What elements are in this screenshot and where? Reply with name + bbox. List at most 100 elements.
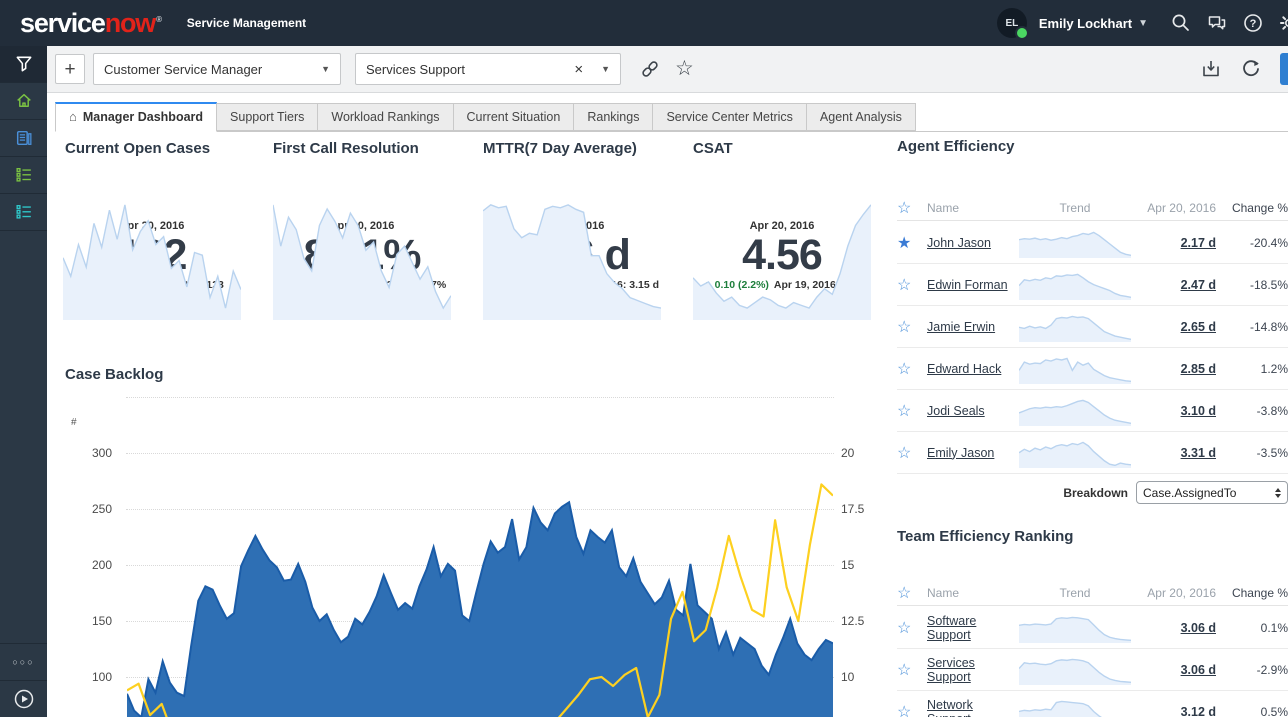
kpi-card-open-cases[interactable]: Apr 20, 2016 132 ▲ 9 (7.3%)Apr 19, 2016:…	[63, 185, 241, 320]
user-menu-caret-icon[interactable]: ▼	[1138, 18, 1148, 29]
logo-now-text: now	[105, 8, 155, 38]
value-link[interactable]: 3.10 d	[1181, 404, 1216, 418]
value-link[interactable]: 2.47 d	[1181, 278, 1216, 292]
breakdown-select-value: Case.AssignedTo	[1143, 486, 1236, 500]
avatar[interactable]: EL	[997, 8, 1027, 38]
star-column-icon[interactable]: ☆	[897, 583, 927, 603]
team-link[interactable]: Services Support	[927, 656, 975, 684]
sidebar-item-home[interactable]	[0, 83, 47, 120]
row-star-icon[interactable]: ☆	[897, 443, 927, 463]
agent-link[interactable]: Edward Hack	[927, 362, 1001, 376]
row-star-icon[interactable]: ★	[897, 233, 927, 253]
chevron-down-icon[interactable]: ▼	[311, 64, 330, 74]
refresh-icon[interactable]	[1240, 58, 1262, 80]
row-star-icon[interactable]: ☆	[897, 359, 927, 379]
primary-action-button[interactable]	[1280, 53, 1288, 85]
help-icon[interactable]: ?	[1242, 12, 1264, 34]
agent-link[interactable]: Edwin Forman	[927, 278, 1008, 292]
change-percent: -20.4%	[1216, 236, 1288, 250]
value-link[interactable]: 3.12 d	[1181, 705, 1216, 717]
tab-service-center-metrics[interactable]: Service Center Metrics	[653, 103, 806, 131]
row-star-icon[interactable]: ☆	[897, 317, 927, 337]
row-star-icon[interactable]: ☆	[897, 702, 927, 717]
y-axis-tick-right: 10	[841, 670, 871, 684]
col-trend: Trend	[1016, 201, 1134, 215]
value-link[interactable]: 3.31 d	[1181, 446, 1216, 460]
tab-workload-rankings[interactable]: Workload Rankings	[318, 103, 453, 131]
trend-sparkline	[1016, 655, 1134, 685]
right-panel: Agent Efficiency ☆ Name Trend Apr 20, 20…	[880, 92, 1288, 717]
trend-sparkline	[1016, 270, 1134, 300]
clear-filter-icon[interactable]: ×	[564, 61, 591, 78]
servicenow-dashboard: servicenow® Service Management EL Emily …	[0, 0, 1288, 717]
agent-table-body: ★ John Jason 2.17 d -20.4% ☆ Edwin Forma…	[897, 222, 1288, 474]
sidebar-play-button[interactable]	[0, 680, 47, 717]
sidebar-more-button[interactable]: ○○○	[0, 643, 47, 680]
import-icon[interactable]	[1200, 58, 1222, 80]
add-dashboard-button[interactable]: +	[55, 54, 85, 84]
agent-link[interactable]: Jamie Erwin	[927, 320, 995, 334]
breakdown-select[interactable]: Case.AssignedTo	[1136, 481, 1288, 504]
search-icon[interactable]	[1170, 12, 1192, 34]
row-star-icon[interactable]: ☆	[897, 401, 927, 421]
kpi-title-csat: CSAT	[693, 140, 733, 157]
sidebar-item-queue[interactable]	[0, 194, 47, 231]
tab-rankings[interactable]: Rankings	[574, 103, 653, 131]
team-link[interactable]: Network Support	[927, 698, 973, 717]
value-link[interactable]: 2.17 d	[1181, 236, 1216, 250]
agent-link[interactable]: Emily Jason	[927, 446, 994, 460]
kpi-card-csat[interactable]: Apr 20, 2016 4.56 ▲ 0.10 (2.2%)Apr 19, 2…	[693, 185, 871, 320]
change-percent: -3.8%	[1216, 404, 1288, 418]
value-link[interactable]: 3.06 d	[1181, 621, 1216, 635]
filter-funnel-icon	[14, 54, 34, 74]
col-change: Change %	[1216, 201, 1288, 215]
change-percent: -14.8%	[1216, 320, 1288, 334]
tab-manager-dashboard[interactable]: ⌂Manager Dashboard	[55, 102, 217, 132]
row-star-icon[interactable]: ☆	[897, 660, 927, 680]
kpi-card-fcr[interactable]: Apr 20, 2016 85.1% ▼ 5.7 (-6.3%)Apr 19, …	[273, 185, 451, 320]
team-ranking-title: Team Efficiency Ranking	[897, 528, 1288, 545]
user-menu[interactable]: Emily Lockhart	[1039, 16, 1132, 31]
kpi-title-fcr: First Call Resolution	[273, 140, 419, 157]
chevron-down-icon[interactable]: ▼	[591, 64, 610, 74]
agent-link[interactable]: John Jason	[927, 236, 991, 250]
tab-support-tiers[interactable]: Support Tiers	[217, 103, 318, 131]
sidebar-item-tasklist[interactable]	[0, 157, 47, 194]
link-icon[interactable]	[639, 58, 661, 80]
chat-icon[interactable]	[1206, 12, 1228, 34]
online-status-dot	[1015, 26, 1029, 40]
value-link[interactable]: 2.85 d	[1181, 362, 1216, 376]
value-link[interactable]: 2.65 d	[1181, 320, 1216, 334]
row-star-icon[interactable]: ☆	[897, 618, 927, 638]
kpi-card-mttr[interactable]: Apr 20, 2016 3.06 d ▼ 0.09 (-2.9%)Apr 19…	[483, 185, 661, 320]
table-row: ☆ Edwin Forman 2.47 d -18.5%	[897, 264, 1288, 306]
col-name: Name	[927, 586, 1016, 600]
row-star-icon[interactable]: ☆	[897, 275, 927, 295]
y-axis-tick-left: 200	[82, 558, 112, 572]
trend-sparkline	[1016, 438, 1134, 468]
trend-sparkline	[1016, 613, 1134, 643]
sidebar-item-filter[interactable]	[0, 46, 47, 83]
table-row: ★ John Jason 2.17 d -20.4%	[897, 222, 1288, 264]
col-date: Apr 20, 2016	[1134, 586, 1216, 600]
table-row: ☆ Software Support 3.06 d 0.1%	[897, 607, 1288, 649]
dashboard-picker[interactable]: Customer Service Manager ▼	[93, 53, 341, 85]
y-axis-tick-right: 17.5	[841, 502, 871, 516]
favorite-star-icon[interactable]: ☆	[675, 58, 694, 80]
sidebar-bottom: ○○○	[0, 643, 47, 717]
y-axis-tick-left: 250	[82, 502, 112, 516]
tab-current-situation[interactable]: Current Situation	[454, 103, 575, 131]
agent-link[interactable]: Jodi Seals	[927, 404, 985, 418]
team-table-body: ☆ Software Support 3.06 d 0.1% ☆ Service…	[897, 607, 1288, 717]
servicenow-logo[interactable]: servicenow®	[20, 10, 161, 37]
table-row: ☆ Jamie Erwin 2.65 d -14.8%	[897, 306, 1288, 348]
team-link[interactable]: Software Support	[927, 614, 976, 642]
gear-icon[interactable]	[1278, 12, 1288, 34]
breakdown-filter-picker[interactable]: Services Support × ▼	[355, 53, 621, 85]
sidebar-item-reports[interactable]	[0, 120, 47, 157]
table-row: ☆ Emily Jason 3.31 d -3.5%	[897, 432, 1288, 474]
case-backlog-title: Case Backlog	[65, 366, 163, 383]
star-column-icon[interactable]: ☆	[897, 198, 927, 218]
table-row: ☆ Jodi Seals 3.10 d -3.8%	[897, 390, 1288, 432]
value-link[interactable]: 3.06 d	[1181, 663, 1216, 677]
